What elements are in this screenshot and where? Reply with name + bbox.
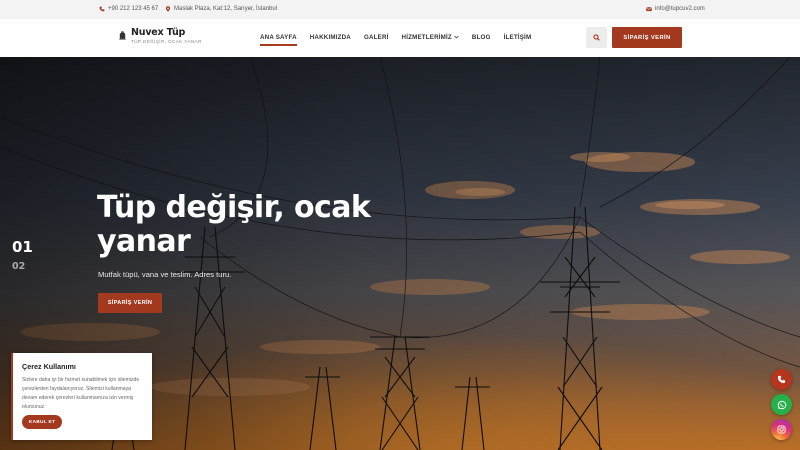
top-info-bar: +90 212 123 45 67 Maslak Plaza, Kat:12, … [0, 0, 800, 19]
site-header: Nuvex Tüp TÜP DEĞİŞİR, OCAK YANAR ANA SA… [0, 19, 800, 57]
slide-indicator-1[interactable]: 01 [12, 238, 33, 256]
topbar-email-text: info@tupcuv2.com [655, 6, 705, 12]
nav-item-about[interactable]: HAKKIMIZDA [310, 34, 351, 41]
topbar-address-text: Maslak Plaza, Kat:12, Sarıyer, İstanbul [174, 6, 278, 12]
hero-order-button[interactable]: SİPARİŞ VERİN [98, 293, 162, 313]
nav-item-services[interactable]: HİZMETLERİMİZ [402, 34, 459, 41]
order-button[interactable]: SİPARİŞ VERİN [612, 27, 682, 48]
search-button[interactable] [586, 27, 607, 48]
topbar-address: Maslak Plaza, Kat:12, Sarıyer, İstanbul [165, 6, 277, 12]
nav-item-home[interactable]: ANA SAYFA [260, 34, 297, 46]
phone-icon [777, 375, 786, 384]
instagram-icon [777, 425, 786, 434]
topbar-phone-text: +90 212 123 45 67 [108, 6, 159, 12]
chevron-down-icon [454, 36, 459, 39]
nav-item-gallery[interactable]: GALERİ [364, 34, 389, 41]
nav-item-services-label: HİZMETLERİMİZ [401, 34, 452, 41]
nav-item-blog[interactable]: BLOG [472, 34, 491, 41]
cookie-accept-button[interactable]: KABUL ET [22, 415, 62, 429]
slide-indicator-2[interactable]: 02 [12, 261, 25, 272]
main-nav: ANA SAYFA HAKKIMIZDA GALERİ HİZMETLERİMİ… [260, 34, 544, 46]
brand-logo[interactable]: Nuvex Tüp TÜP DEĞİŞİR, OCAK YANAR [118, 27, 202, 44]
gas-cylinder-icon [119, 31, 126, 40]
envelope-icon [646, 6, 652, 12]
floating-instagram-button[interactable] [771, 419, 792, 440]
floating-phone-button[interactable] [771, 369, 792, 390]
topbar-email[interactable]: info@tupcuv2.com [646, 6, 705, 12]
search-icon [593, 34, 600, 41]
cookie-text: Sizlere daha iyi bir hizmet sunabilmek i… [22, 377, 140, 410]
nav-item-contact[interactable]: İLETİŞİM [504, 34, 532, 41]
whatsapp-icon [777, 400, 786, 409]
location-pin-icon [165, 6, 171, 12]
brand-name: Nuvex Tüp [131, 27, 186, 38]
cookie-title: Çerez Kullanımı [22, 362, 76, 371]
hero-title: Tüp değişir, ocak yanar [97, 190, 371, 259]
floating-whatsapp-button[interactable] [771, 394, 792, 415]
hero-subtitle: Mutfak tüpü, vana ve teslim. Adres turu. [98, 270, 232, 279]
brand-tagline: TÜP DEĞİŞİR, OCAK YANAR [131, 39, 202, 44]
phone-icon [99, 6, 105, 12]
topbar-phone[interactable]: +90 212 123 45 67 [99, 6, 158, 12]
cookie-consent-box: Çerez Kullanımı Sizlere daha iyi bir hiz… [11, 353, 152, 440]
